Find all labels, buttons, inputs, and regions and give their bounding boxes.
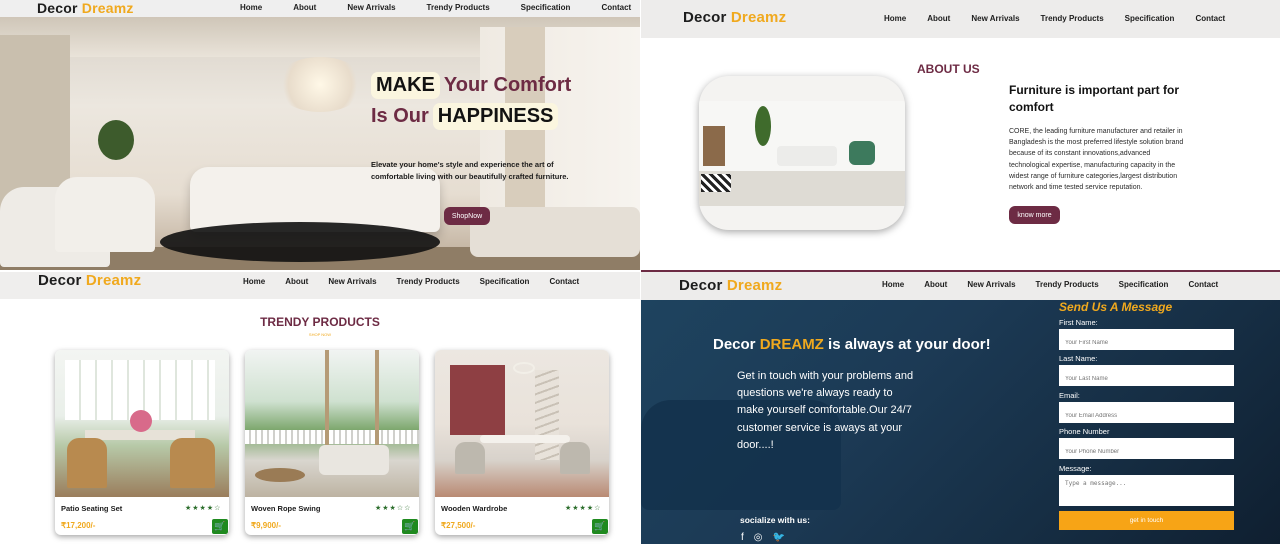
facebook-icon[interactable]: f: [741, 532, 744, 543]
nav-links: Home About New Arrivals Trendy Products …: [884, 14, 1246, 23]
product-name: Woven Rope Swing: [251, 504, 321, 513]
product-price: ₹9,900/-: [251, 521, 281, 530]
nav-about[interactable]: About: [924, 280, 947, 289]
nav-home[interactable]: Home: [240, 3, 262, 12]
navbar: Decor Dreamz Home About New Arrivals Tre…: [0, 272, 640, 299]
hero-background-image: [0, 17, 640, 270]
product-card[interactable]: Woven Rope Swing ★★★☆☆ ₹9,900/- 🛒: [245, 350, 419, 535]
contact-section: Decor Dreamz Home About New Arrivals Tre…: [641, 270, 1280, 544]
nav-links: Home About New Arrivals Trendy Products …: [243, 277, 599, 286]
whatsapp-icon[interactable]: ◎: [754, 532, 763, 543]
last-name-field[interactable]: [1059, 365, 1234, 386]
nav-new-arrivals[interactable]: New Arrivals: [967, 280, 1015, 289]
message-label: Message:: [1059, 464, 1092, 473]
product-name: Wooden Wardrobe: [441, 504, 508, 513]
hero-title: MAKE Your Comfort Is Our HAPPINESS: [371, 72, 571, 134]
logo[interactable]: Decor Dreamz: [679, 277, 782, 294]
about-section: Decor Dreamz Home About New Arrivals Tre…: [641, 0, 1280, 270]
last-name-label: Last Name:: [1059, 354, 1098, 363]
nav-home[interactable]: Home: [884, 14, 906, 23]
navbar: Decor Dreamz Home About New Arrivals Tre…: [0, 0, 640, 17]
product-price: ₹27,500/-: [441, 521, 476, 530]
navbar: Decor Dreamz Home About New Arrivals Tre…: [641, 0, 1280, 38]
nav-trendy-products[interactable]: Trendy Products: [1041, 14, 1104, 23]
nav-trendy-products[interactable]: Trendy Products: [427, 3, 490, 12]
hero-make: MAKE: [371, 72, 440, 99]
trendy-subtitle[interactable]: SHOP NOW: [0, 332, 640, 337]
nav-home[interactable]: Home: [882, 280, 904, 289]
first-name-label: First Name:: [1059, 318, 1098, 327]
phone-label: Phone Number: [1059, 427, 1110, 436]
rating-stars: ★★★★☆: [185, 505, 222, 512]
product-image: [245, 350, 419, 497]
hero-section: Decor Dreamz Home About New Arrivals Tre…: [0, 0, 640, 270]
hero-is-our: Is Our: [371, 105, 429, 127]
trendy-products-section: Decor Dreamz Home About New Arrivals Tre…: [0, 272, 640, 544]
phone-field[interactable]: [1059, 438, 1234, 459]
contact-text: Get in touch with your problems and ques…: [737, 370, 914, 451]
nav-contact[interactable]: Contact: [1188, 280, 1218, 289]
nav-contact[interactable]: Contact: [549, 277, 579, 286]
nav-specification[interactable]: Specification: [1119, 280, 1169, 289]
hero-description: Elevate your home's style and experience…: [371, 160, 569, 181]
about-body: CORE, the leading furniture manufacturer…: [1009, 128, 1184, 192]
nav-new-arrivals[interactable]: New Arrivals: [328, 277, 376, 286]
nav-contact[interactable]: Contact: [601, 3, 631, 12]
social-icons: f ◎ 🐦: [741, 532, 785, 543]
product-card[interactable]: Patio Seating Set ★★★★☆ ₹17,200/- 🛒: [55, 350, 229, 535]
nav-trendy-products[interactable]: Trendy Products: [397, 277, 460, 286]
form-title: Send Us A Message: [1059, 300, 1173, 314]
contact-heading: Decor DREAMZ is always at your door!: [713, 336, 991, 353]
nav-links: Home About New Arrivals Trendy Products …: [882, 280, 1238, 289]
about-heading: Furniture is important part for comfort: [1009, 83, 1180, 114]
about-image: [699, 76, 905, 230]
nav-specification[interactable]: Specification: [480, 277, 530, 286]
know-more-button[interactable]: know more: [1009, 206, 1060, 224]
social-label: socialize with us:: [740, 515, 810, 525]
logo[interactable]: Decor Dreamz: [683, 9, 786, 26]
email-label: Email:: [1059, 391, 1080, 400]
product-card[interactable]: Wooden Wardrobe ★★★★☆ ₹27,500/- 🛒: [435, 350, 609, 535]
rating-stars: ★★★☆☆: [375, 505, 412, 512]
twitter-icon[interactable]: 🐦: [773, 532, 785, 543]
hero-happiness: HAPPINESS: [432, 103, 559, 130]
nav-links: Home About New Arrivals Trendy Products …: [240, 3, 640, 12]
cart-icon[interactable]: 🛒: [212, 519, 228, 534]
nav-about[interactable]: About: [927, 14, 950, 23]
logo[interactable]: Decor Dreamz: [38, 272, 141, 289]
nav-about[interactable]: About: [293, 3, 316, 12]
hero-your-comfort: Your Comfort: [443, 74, 572, 96]
screenshot-collage: Decor Dreamz Home About New Arrivals Tre…: [0, 0, 1280, 544]
nav-home[interactable]: Home: [243, 277, 265, 286]
cart-icon[interactable]: 🛒: [402, 519, 418, 534]
nav-contact[interactable]: Contact: [1195, 14, 1225, 23]
message-field[interactable]: [1059, 475, 1234, 506]
first-name-field[interactable]: [1059, 329, 1234, 350]
about-title: ABOUT US: [917, 62, 980, 76]
product-image: [55, 350, 229, 497]
nav-about[interactable]: About: [285, 277, 308, 286]
cart-icon[interactable]: 🛒: [592, 519, 608, 534]
rating-stars: ★★★★☆: [565, 505, 602, 512]
product-name: Patio Seating Set: [61, 504, 123, 513]
navbar: Decor Dreamz Home About New Arrivals Tre…: [641, 270, 1280, 300]
product-price: ₹17,200/-: [61, 521, 96, 530]
email-field[interactable]: [1059, 402, 1234, 423]
shop-now-button[interactable]: ShopNow: [444, 207, 490, 225]
nav-specification[interactable]: Specification: [521, 3, 571, 12]
trendy-title: TRENDY PRODUCTS: [260, 315, 380, 329]
get-in-touch-button[interactable]: get in touch: [1059, 511, 1234, 530]
nav-new-arrivals[interactable]: New Arrivals: [347, 3, 395, 12]
nav-trendy-products[interactable]: Trendy Products: [1036, 280, 1099, 289]
product-image: [435, 350, 609, 497]
nav-specification[interactable]: Specification: [1125, 14, 1175, 23]
nav-new-arrivals[interactable]: New Arrivals: [971, 14, 1019, 23]
logo[interactable]: Decor Dreamz: [37, 0, 134, 16]
